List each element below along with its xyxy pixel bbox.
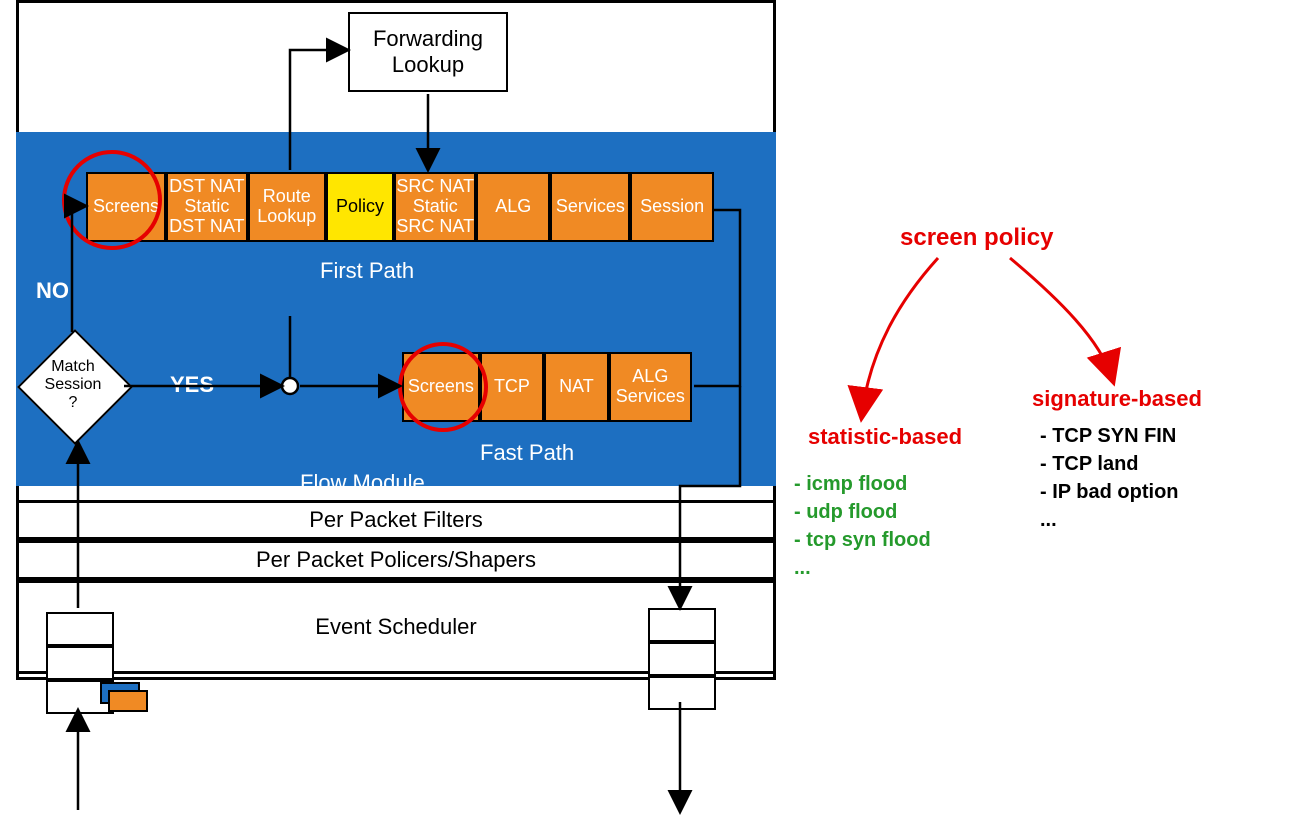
first-path-policy: Policy [326,172,395,242]
first-path-route: Route Lookup [248,172,326,242]
first-path-session-label: Session [640,197,704,217]
list-item: - icmp flood [794,470,931,498]
fast-path-nat: NAT [544,352,608,422]
match-session-label: Match Session ? [45,358,102,412]
per-packet-filters-label: Per Packet Filters [309,507,483,533]
list-item: ... [1040,506,1179,534]
egress-queue [648,608,716,710]
fast-path-row: Screens TCP NAT ALG Services [402,352,692,422]
signature-based-title: signature-based [1032,386,1202,412]
packet-icon-orange [108,690,148,712]
first-path-services-label: Services [556,197,625,217]
no-label: NO [36,278,69,304]
first-path-dstnat: DST NAT Static DST NAT [166,172,248,242]
first-path-services: Services [550,172,630,242]
first-path-dstnat-label: DST NAT Static DST NAT [169,177,244,236]
list-item: ... [794,554,931,582]
flow-module-label: Flow Module [300,470,425,496]
first-path-screens-label: Screens [93,197,159,217]
event-scheduler-label: Event Scheduler [315,614,476,640]
list-item: - tcp syn flood [794,526,931,554]
first-path-screens: Screens [86,172,166,242]
signature-based-list: - TCP SYN FIN - TCP land - IP bad option… [1040,422,1179,534]
fast-path-screens: Screens [402,352,480,422]
list-item: - udp flood [794,498,931,526]
per-packet-policers-label: Per Packet Policers/Shapers [256,547,536,573]
forwarding-lookup-label: Forwarding Lookup [373,26,483,78]
per-packet-filters-row: Per Packet Filters [16,500,776,540]
fast-path-algsvc: ALG Services [609,352,692,422]
per-packet-policers-row: Per Packet Policers/Shapers [16,540,776,580]
first-path-srcnat-label: SRC NAT Static SRC NAT [396,177,474,236]
first-path-label: First Path [320,258,414,284]
first-path-session: Session [630,172,714,242]
fast-path-nat-label: NAT [559,377,594,397]
first-path-policy-label: Policy [336,197,384,217]
first-path-srcnat: SRC NAT Static SRC NAT [394,172,476,242]
forwarding-lookup-box: Forwarding Lookup [348,12,508,92]
list-item: - IP bad option [1040,478,1179,506]
screen-policy-title: screen policy [900,224,1053,252]
first-path-row: Screens DST NAT Static DST NAT Route Loo… [86,172,714,242]
fast-path-label: Fast Path [480,440,574,466]
first-path-route-label: Route Lookup [257,187,316,227]
match-session-diamond: Match Session ? [18,330,128,440]
first-path-alg-label: ALG [495,197,531,217]
fast-path-algsvc-label: ALG Services [616,367,685,407]
statistic-based-title: statistic-based [808,424,962,450]
yes-label: YES [170,372,214,398]
fast-path-tcp: TCP [480,352,544,422]
statistic-based-list: - icmp flood - udp flood - tcp syn flood… [794,470,931,582]
list-item: - TCP land [1040,450,1179,478]
list-item: - TCP SYN FIN [1040,422,1179,450]
fast-path-screens-label: Screens [408,377,474,397]
first-path-alg: ALG [476,172,550,242]
fast-path-tcp-label: TCP [494,377,530,397]
